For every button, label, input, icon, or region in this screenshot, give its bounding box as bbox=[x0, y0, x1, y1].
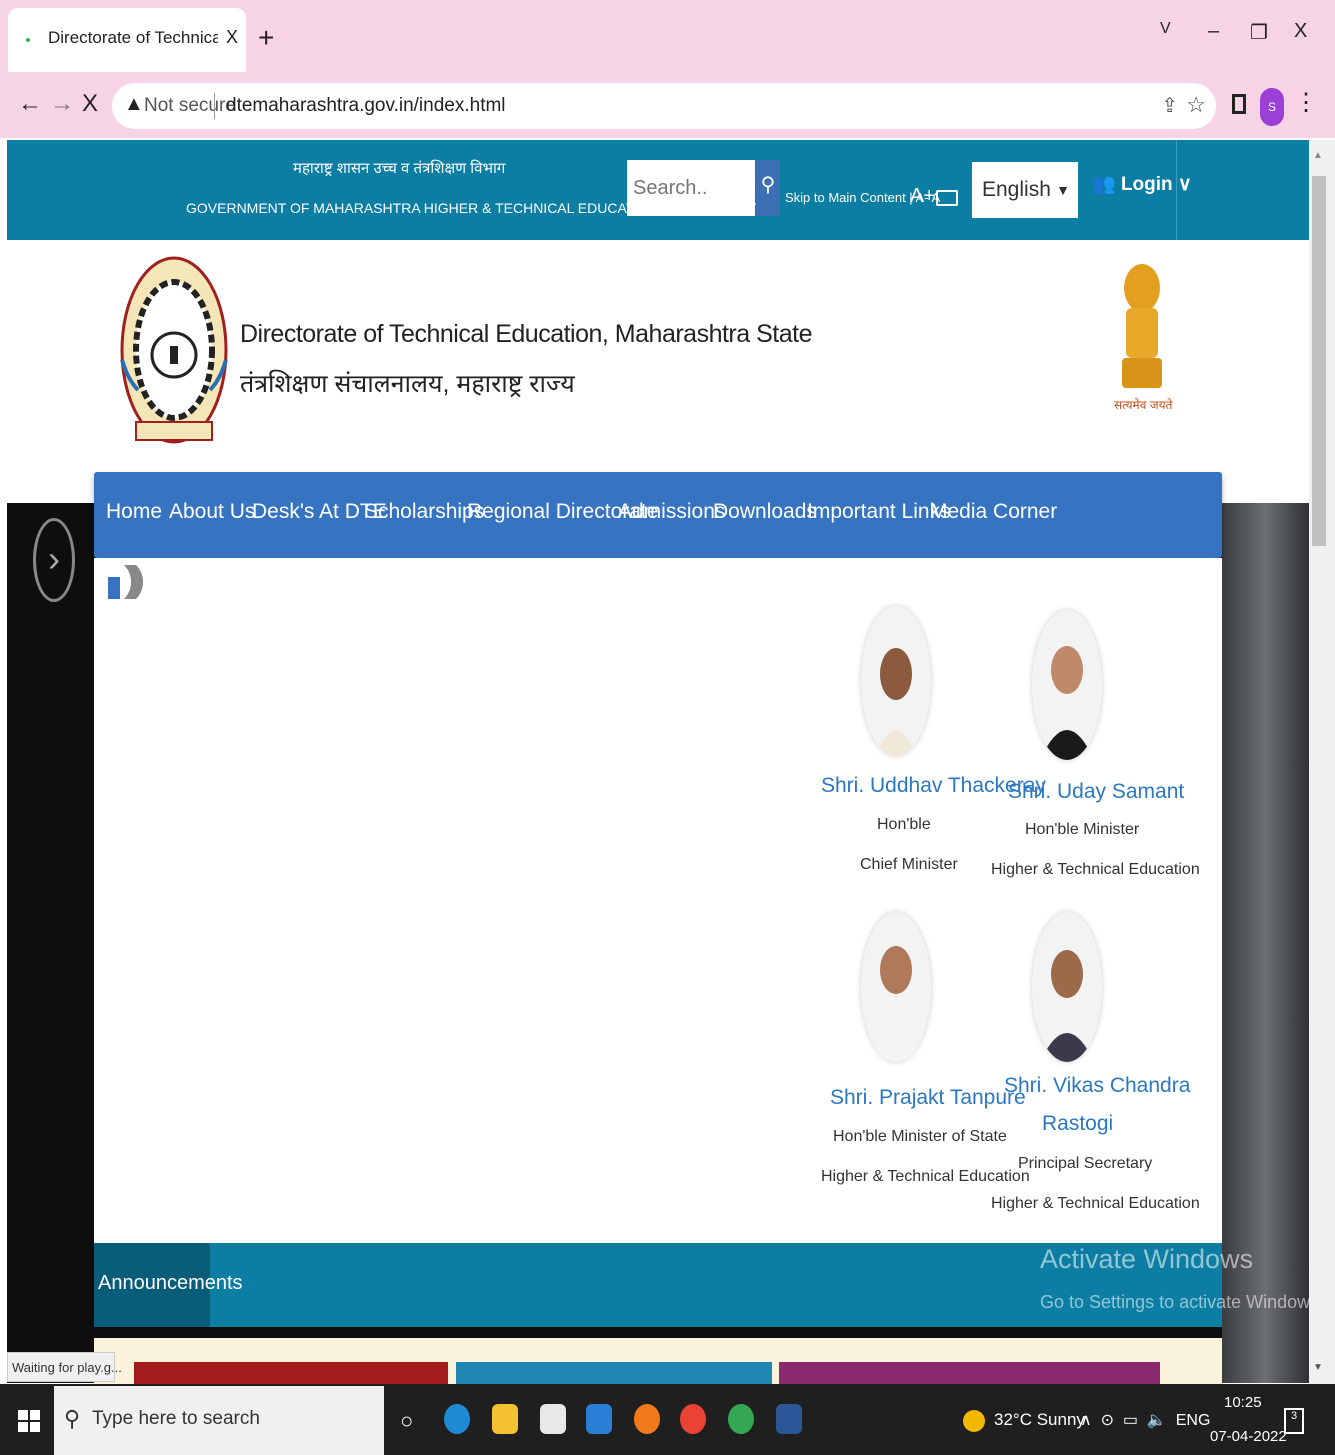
dignitary-title: Hon'ble Minister bbox=[1025, 821, 1140, 838]
screen-reader-icon[interactable] bbox=[936, 190, 958, 206]
system-tray[interactable]: ∧ ⊙ ▭ 🔈 ENG bbox=[1080, 1410, 1210, 1430]
chevron-down-icon: ▼ bbox=[1056, 182, 1070, 198]
tab-title: Directorate of Technical Educatio bbox=[48, 28, 218, 47]
warning-icon[interactable]: ▲ bbox=[124, 93, 144, 116]
input-language[interactable]: ENG bbox=[1176, 1412, 1211, 1429]
nav-admissions[interactable]: Admissions bbox=[618, 500, 725, 524]
nav-home[interactable]: Home bbox=[106, 500, 162, 524]
back-button[interactable]: ← bbox=[18, 90, 42, 118]
loading-indicator-icon bbox=[26, 38, 30, 42]
extensions-icon[interactable] bbox=[1232, 94, 1246, 114]
login-label: Login ∨ bbox=[1120, 174, 1192, 195]
dignitary-name[interactable]: Shri. Prajakt Tanpure bbox=[830, 1086, 1026, 1110]
address-bar[interactable]: ▲ Not secure dtemaharashtra.gov.in/index… bbox=[112, 83, 1216, 129]
store-icon[interactable] bbox=[540, 1404, 566, 1434]
scrollbar-thumb[interactable] bbox=[1312, 176, 1326, 546]
profile-avatar[interactable]: S bbox=[1260, 88, 1284, 126]
chrome-icon[interactable] bbox=[680, 1404, 706, 1434]
search-icon: ⚲ bbox=[64, 1406, 81, 1431]
notifications-icon[interactable]: 3 bbox=[1284, 1408, 1304, 1434]
weather-text[interactable]: 32°C Sunny bbox=[994, 1410, 1085, 1430]
mail-icon[interactable] bbox=[586, 1404, 612, 1434]
security-label[interactable]: Not secure bbox=[144, 95, 236, 117]
divider bbox=[1176, 140, 1177, 240]
activation-watermark-text: Go to Settings to activate Windows. bbox=[1040, 1292, 1325, 1312]
dignitary-name[interactable]: Shri. Uday Samant bbox=[1008, 780, 1184, 804]
chrome-profile-icon[interactable] bbox=[728, 1404, 754, 1434]
language-value: English bbox=[982, 178, 1051, 201]
activation-watermark-title: Activate Windows bbox=[1040, 1244, 1254, 1274]
search-input[interactable] bbox=[627, 160, 755, 216]
language-select[interactable]: English ▼ bbox=[972, 162, 1078, 218]
dignitary-name[interactable]: Shri. Vikas Chandra bbox=[1004, 1074, 1190, 1098]
site-title-english: Directorate of Technical Education, Maha… bbox=[240, 320, 812, 348]
dignitary-title: Hon'ble Minister of State bbox=[833, 1128, 1007, 1145]
word-icon[interactable] bbox=[776, 1404, 802, 1434]
nav-media-corner[interactable]: Media Corner bbox=[930, 500, 1057, 524]
browser-tab[interactable]: Directorate of Technical Educatio X bbox=[8, 8, 246, 72]
taskbar-search-placeholder: Type here to search bbox=[92, 1408, 260, 1429]
nav-about-us[interactable]: About Us bbox=[169, 500, 255, 524]
scroll-down-icon[interactable]: ▼ bbox=[1313, 1362, 1323, 1373]
font-increase-button[interactable]: A+ bbox=[910, 185, 935, 208]
forward-button[interactable]: → bbox=[50, 90, 74, 118]
avatar bbox=[861, 912, 931, 1062]
tab-search-chevron-icon[interactable]: V bbox=[1160, 20, 1171, 38]
slider-next-icon[interactable]: › bbox=[33, 518, 75, 602]
dignitary-title: Principal Secretary bbox=[1018, 1155, 1153, 1172]
dignitary-role: Higher & Technical Education bbox=[821, 1168, 1030, 1185]
browser-status-bubble: Waiting for play.g... bbox=[7, 1352, 122, 1382]
firefox-icon[interactable] bbox=[634, 1404, 660, 1434]
tab-close-button[interactable]: X bbox=[226, 27, 238, 48]
search-button[interactable]: ⚲ bbox=[756, 160, 780, 216]
nav-downloads[interactable]: Downloads bbox=[713, 500, 817, 524]
gov-hindi-text: महाराष्ट्र शासन उच्च व तंत्रशिक्षण विभाग bbox=[293, 160, 506, 177]
task-view-icon[interactable]: ○ bbox=[400, 1408, 413, 1434]
restore-button[interactable]: ❐ bbox=[1250, 20, 1268, 45]
users-icon: 👥 bbox=[1092, 174, 1121, 195]
dignitary-title: Hon'ble bbox=[877, 816, 931, 833]
browser-menu-icon[interactable]: ⋮ bbox=[1294, 88, 1318, 117]
slider-prev-icon[interactable] bbox=[108, 565, 148, 599]
weather-icon[interactable] bbox=[963, 1410, 985, 1432]
dignitary-role: Chief Minister bbox=[860, 856, 958, 873]
search-icon: ⚲ bbox=[760, 174, 776, 196]
bookmark-star-icon[interactable]: ☆ bbox=[1186, 92, 1206, 118]
windows-start-icon[interactable] bbox=[18, 1410, 40, 1432]
file-explorer-icon[interactable] bbox=[492, 1404, 518, 1434]
clock-date[interactable]: 07-04-2022 bbox=[1210, 1428, 1287, 1445]
new-tab-button[interactable]: + bbox=[258, 22, 274, 54]
dignitary-role: Higher & Technical Education bbox=[991, 861, 1200, 878]
avatar bbox=[1032, 912, 1102, 1062]
edge-icon[interactable] bbox=[444, 1404, 470, 1434]
dignitary-name-cont[interactable]: Rastogi bbox=[1042, 1112, 1113, 1136]
site-title-hindi: तंत्रशिक्षण संचालनालय, महाराष्ट्र राज्य bbox=[240, 370, 575, 398]
avatar bbox=[1032, 610, 1102, 760]
emblem-motto: सत्यमेव जयते bbox=[1114, 398, 1173, 412]
dte-logo bbox=[120, 256, 228, 444]
taskbar-search-box[interactable]: ⚲ Type here to search bbox=[54, 1386, 384, 1455]
divider bbox=[214, 93, 215, 119]
close-window-button[interactable]: X bbox=[1294, 20, 1307, 43]
avatar bbox=[861, 606, 931, 756]
share-icon[interactable]: ⇪ bbox=[1161, 93, 1178, 118]
dignitary-role: Higher & Technical Education bbox=[991, 1195, 1200, 1212]
clock-time[interactable]: 10:25 bbox=[1224, 1394, 1262, 1411]
national-emblem-icon bbox=[1122, 264, 1162, 388]
url-text[interactable]: dtemaharashtra.gov.in/index.html bbox=[226, 95, 506, 117]
minimize-button[interactable]: – bbox=[1208, 20, 1219, 43]
scroll-up-icon[interactable]: ▲ bbox=[1313, 150, 1323, 161]
announcements-label: Announcements bbox=[94, 1243, 243, 1327]
stop-button[interactable]: X bbox=[82, 90, 98, 118]
